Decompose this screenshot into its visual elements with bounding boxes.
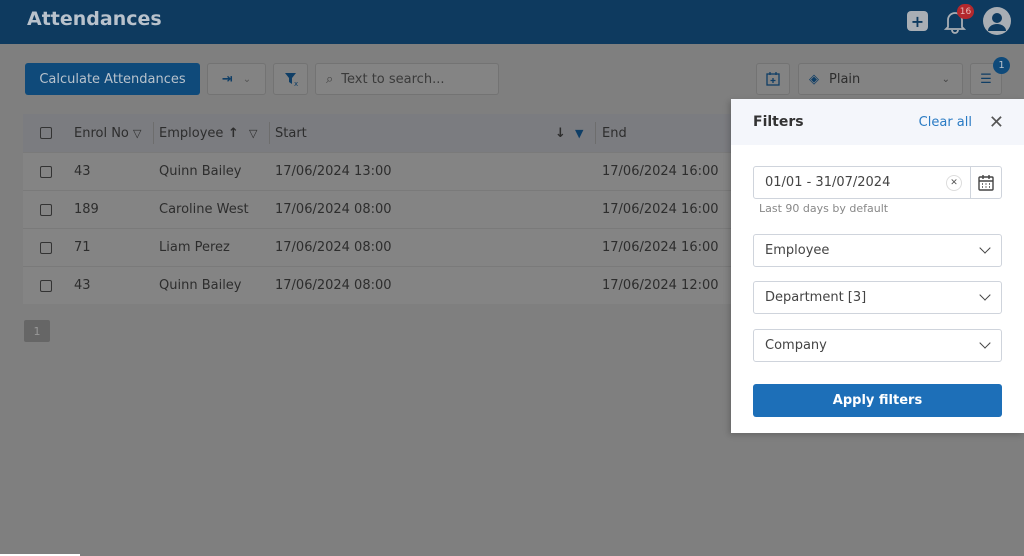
search-placeholder: Text to search... — [341, 71, 445, 87]
filters-panel-header: Filters Clear all ✕ — [731, 99, 1024, 145]
export-dropdown-button[interactable]: ⇥ ⌄ — [207, 63, 266, 95]
notification-badge: 16 — [957, 4, 974, 19]
column-end[interactable]: End — [602, 114, 627, 152]
table-header: Enrol No ▽ Employee ↑ ▽ Start ↓ ▼ End — [23, 114, 731, 152]
chevron-down-icon — [979, 242, 991, 254]
cell-end: 17/06/2024 16:00 — [602, 240, 719, 255]
table-row[interactable]: 43 Quinn Bailey 17/06/2024 13:00 17/06/2… — [23, 152, 731, 190]
row-checkbox[interactable] — [40, 203, 52, 216]
search-icon: ⌕ — [326, 71, 334, 87]
cell-enrol: 71 — [74, 240, 91, 255]
calculate-attendances-button[interactable]: Calculate Attendances — [25, 63, 200, 95]
column-start[interactable]: Start — [275, 114, 307, 152]
date-range-value: 01/01 - 31/07/2024 — [765, 175, 891, 190]
company-select-value: Company — [765, 338, 827, 353]
row-checkbox[interactable] — [40, 165, 52, 178]
company-select[interactable]: Company — [753, 329, 1002, 362]
row-checkbox[interactable] — [40, 279, 52, 292]
date-hint: Last 90 days by default — [759, 202, 889, 215]
calendar-add-icon — [766, 72, 780, 86]
cell-end: 17/06/2024 16:00 — [602, 202, 719, 217]
chevron-down-icon — [979, 289, 991, 301]
add-icon[interactable]: + — [907, 11, 928, 31]
employee-select[interactable]: Employee — [753, 234, 1002, 267]
search-input[interactable]: ⌕ Text to search... — [315, 63, 499, 95]
view-select[interactable]: ◈ Plain ⌄ — [798, 63, 963, 95]
cell-employee: Quinn Bailey — [159, 164, 242, 179]
chevron-down-icon: ⌄ — [242, 73, 252, 85]
chevron-down-icon: ⌄ — [941, 73, 950, 85]
cell-start: 17/06/2024 08:00 — [275, 278, 392, 293]
sort-asc-icon[interactable]: ↑ — [228, 114, 239, 152]
filters-count-badge: 1 — [993, 57, 1010, 74]
chevron-down-icon — [979, 337, 991, 349]
calendar-add-button[interactable] — [756, 63, 790, 95]
cell-end: 17/06/2024 16:00 — [602, 164, 719, 179]
calendar-icon — [978, 174, 994, 191]
filter-icon[interactable]: ▽ — [249, 114, 257, 152]
filters-title: Filters — [753, 114, 804, 130]
close-icon[interactable]: ✕ — [989, 112, 1004, 133]
column-employee[interactable]: Employee — [159, 114, 223, 152]
sliders-icon: ☰ — [980, 71, 992, 87]
date-picker-button[interactable] — [970, 166, 1002, 199]
top-bar: Attendances + 16 — [0, 0, 1024, 44]
attendances-table: Enrol No ▽ Employee ↑ ▽ Start ↓ ▼ End 43… — [23, 114, 731, 304]
cell-start: 17/06/2024 08:00 — [275, 202, 392, 217]
filter-active-icon[interactable]: ▼ — [575, 114, 583, 152]
select-all-checkbox[interactable] — [40, 127, 52, 139]
column-enrol-no[interactable]: Enrol No — [74, 114, 129, 152]
filters-panel: Filters Clear all ✕ 01/01 - 31/07/2024 ✕… — [731, 99, 1024, 433]
department-select[interactable]: Department [3] — [753, 281, 1002, 314]
cell-start: 17/06/2024 13:00 — [275, 164, 392, 179]
apply-filters-button[interactable]: Apply filters — [753, 384, 1002, 417]
cell-start: 17/06/2024 08:00 — [275, 240, 392, 255]
table-row[interactable]: 189 Caroline West 17/06/2024 08:00 17/06… — [23, 190, 731, 228]
sort-desc-icon[interactable]: ↓ — [555, 114, 566, 152]
table-row[interactable]: 71 Liam Perez 17/06/2024 08:00 17/06/202… — [23, 228, 731, 266]
employee-select-value: Employee — [765, 243, 830, 258]
layers-icon: ◈ — [809, 71, 819, 87]
filter-icon[interactable]: ▽ — [133, 114, 141, 152]
department-select-value: Department [3] — [765, 290, 867, 305]
view-select-value: Plain — [829, 71, 861, 87]
clear-all-link[interactable]: Clear all — [919, 115, 972, 130]
user-avatar-icon[interactable] — [983, 7, 1011, 35]
cell-enrol: 43 — [74, 278, 91, 293]
row-checkbox[interactable] — [40, 241, 52, 254]
cell-end: 17/06/2024 12:00 — [602, 278, 719, 293]
filter-clear-icon: x — [284, 73, 298, 87]
date-range-input[interactable]: 01/01 - 31/07/2024 ✕ — [753, 166, 971, 199]
page-1-button[interactable]: 1 — [24, 320, 50, 342]
export-icon: ⇥ — [221, 71, 233, 87]
page-title: Attendances — [27, 8, 162, 30]
clear-filters-button[interactable]: x — [273, 63, 308, 95]
table-row[interactable]: 43 Quinn Bailey 17/06/2024 08:00 17/06/2… — [23, 266, 731, 304]
svg-text:x: x — [294, 80, 298, 87]
cell-enrol: 189 — [74, 202, 99, 217]
cell-employee: Liam Perez — [159, 240, 230, 255]
cell-employee: Caroline West — [159, 202, 249, 217]
cell-employee: Quinn Bailey — [159, 278, 242, 293]
clear-date-icon[interactable]: ✕ — [946, 174, 962, 191]
cell-enrol: 43 — [74, 164, 91, 179]
